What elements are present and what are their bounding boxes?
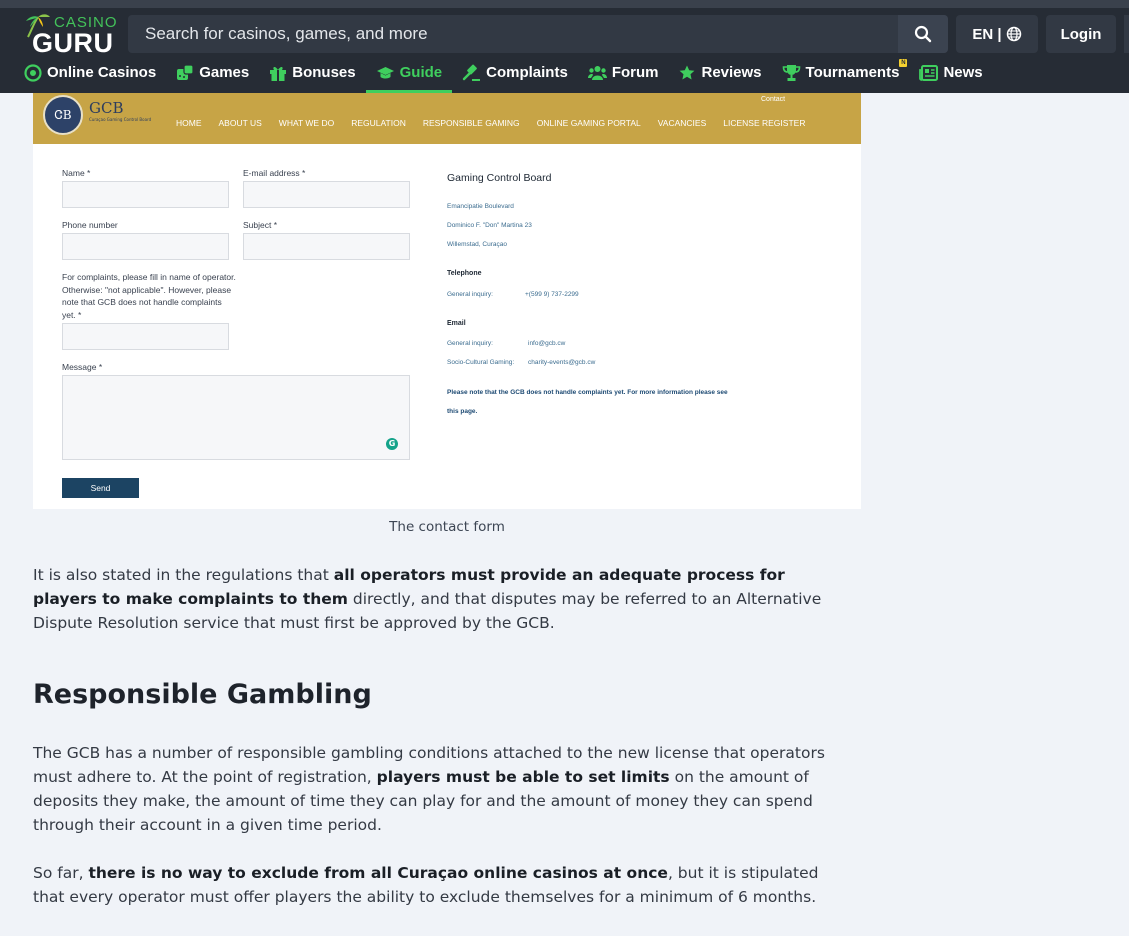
users-icon	[587, 66, 607, 80]
site-header: CASINO GURU Search for casinos, games, a…	[0, 0, 1129, 93]
image-caption: The contact form	[389, 519, 505, 535]
article-paragraph: It is also stated in the regulations tha…	[33, 563, 848, 635]
name-field	[62, 181, 229, 208]
article-paragraph: The GCB has a number of responsible gamb…	[33, 741, 848, 837]
email-address: info@gcb.cw	[528, 340, 566, 347]
address-line: Dominico F. "Don" Martina 23	[447, 222, 532, 229]
nav-label: Complaints	[486, 64, 568, 81]
gcb-menu-item: LICENSE REGISTER	[723, 118, 806, 128]
nav-label: News	[943, 64, 983, 81]
phone-inquiry-label: General inquiry:	[447, 291, 493, 298]
gcb-seal-logo: ᏣB	[43, 95, 83, 135]
phone-field	[62, 233, 229, 260]
nav-reviews[interactable]: Reviews	[678, 62, 771, 93]
nav-label: Games	[199, 64, 250, 81]
complaint-label: For complaints, please fill in name of o…	[62, 272, 236, 320]
complaints-note: Please note that the GCB does not handle…	[447, 389, 728, 396]
email-field	[243, 181, 410, 208]
address-line: Willemstad, Curaçao	[447, 241, 507, 248]
operator-field	[62, 323, 229, 350]
nav-label: Tournaments	[805, 64, 900, 81]
nav-label: Forum	[611, 64, 659, 81]
nav-online-casinos[interactable]: Online Casinos	[24, 62, 166, 93]
nav-label: Online Casinos	[47, 64, 157, 81]
phone-number: +(599 9) 737-2299	[525, 291, 579, 298]
email-inquiry-label: General inquiry:	[447, 340, 493, 347]
text-run: It is also stated in the regulations tha…	[33, 566, 334, 584]
casino-guru-logo[interactable]: CASINO GURU	[24, 13, 117, 58]
socio-cultural-email: charity-events@gcb.cw	[528, 359, 596, 366]
subject-label: Subject *	[243, 220, 278, 230]
main-nav: Online Casinos Games Bonuses Guide Compl…	[24, 59, 1003, 93]
email-label: E-mail address *	[243, 168, 306, 178]
article-paragraph: So far, there is no way to exclude from …	[33, 861, 848, 909]
search-input[interactable]: Search for casinos, games, and more	[145, 24, 428, 44]
text-run: So far,	[33, 864, 89, 882]
nav-label: Guide	[399, 64, 443, 81]
nav-tournaments[interactable]: Tournaments N	[782, 59, 910, 93]
nav-games[interactable]: Games	[176, 62, 259, 93]
trophy-icon	[782, 65, 800, 81]
graduation-cap-icon	[376, 67, 394, 79]
logo-guru-text: GURU	[32, 28, 114, 58]
complaints-note-link: this page.	[447, 408, 478, 415]
search-button[interactable]	[898, 15, 948, 53]
login-button[interactable]: Login	[1046, 15, 1116, 53]
nav-guide[interactable]: Guide	[365, 62, 453, 93]
gcb-menu-item: REGULATION	[351, 118, 406, 128]
telephone-heading: Telephone	[447, 270, 482, 277]
section-heading: Responsible Gambling	[33, 679, 372, 710]
name-label: Name *	[62, 168, 91, 178]
language-selector[interactable]: EN |	[956, 15, 1038, 53]
bold-text: players must be able to set limits	[376, 768, 670, 786]
nav-label: Reviews	[701, 64, 762, 81]
socio-cultural-label: Socio-Cultural Gaming:	[447, 359, 515, 366]
address-line: Emancipatie Boulevard	[447, 203, 514, 210]
nav-bonuses[interactable]: Bonuses	[269, 62, 365, 93]
bold-text: there is no way to exclude from all Cura…	[88, 864, 668, 882]
gcb-menu-item: ABOUT US	[218, 118, 262, 128]
search-bar[interactable]: Search for casinos, games, and more	[128, 15, 948, 53]
gcb-menu-item: ONLINE GAMING PORTAL	[536, 118, 641, 128]
gcb-menu-item: VACANCIES	[657, 118, 707, 128]
nav-label: Bonuses	[292, 64, 356, 81]
chip-icon	[24, 64, 42, 82]
contact-title: Gaming Control Board	[447, 172, 552, 184]
gcb-menu-item: WHAT WE DO	[278, 118, 335, 128]
globe-icon	[1006, 26, 1021, 42]
phone-label: Phone number	[62, 220, 118, 230]
star-icon	[680, 65, 695, 80]
message-label: Message *	[62, 362, 103, 372]
nav-news[interactable]: News	[919, 62, 992, 93]
gcb-contact-link: Contact	[761, 96, 786, 103]
new-badge: N	[899, 59, 908, 67]
email-heading: Email	[447, 320, 466, 327]
grammarly-icon: G	[386, 438, 398, 450]
gift-icon	[270, 66, 287, 81]
gcb-site-header: ᏣB GCB Curaçao Gaming Control Board Cont…	[33, 93, 861, 144]
gcb-subtitle: Curaçao Gaming Control Board	[89, 117, 152, 122]
language-label: EN |	[972, 25, 1002, 43]
contact-form-screenshot: ᏣB GCB Curaçao Gaming Control Board Cont…	[33, 93, 861, 509]
search-icon	[914, 25, 932, 43]
nav-complaints[interactable]: Complaints	[462, 62, 578, 93]
gavel-icon	[462, 64, 481, 81]
dice-icon	[177, 64, 194, 80]
gcb-menu-item: RESPONSIBLE GAMING	[422, 118, 520, 128]
header-top-strip	[0, 0, 1129, 8]
message-field	[62, 375, 410, 460]
newspaper-icon	[919, 65, 939, 81]
subject-field	[243, 233, 410, 260]
send-button: Send	[62, 478, 139, 498]
nav-forum[interactable]: Forum	[587, 62, 669, 93]
gcb-menu-item: HOME	[176, 118, 202, 128]
gcb-name: GCB	[89, 99, 124, 117]
gcb-menu: HOME ABOUT US WHAT WE DO REGULATION RESP…	[176, 118, 822, 128]
header-edge-button[interactable]	[1124, 15, 1129, 53]
